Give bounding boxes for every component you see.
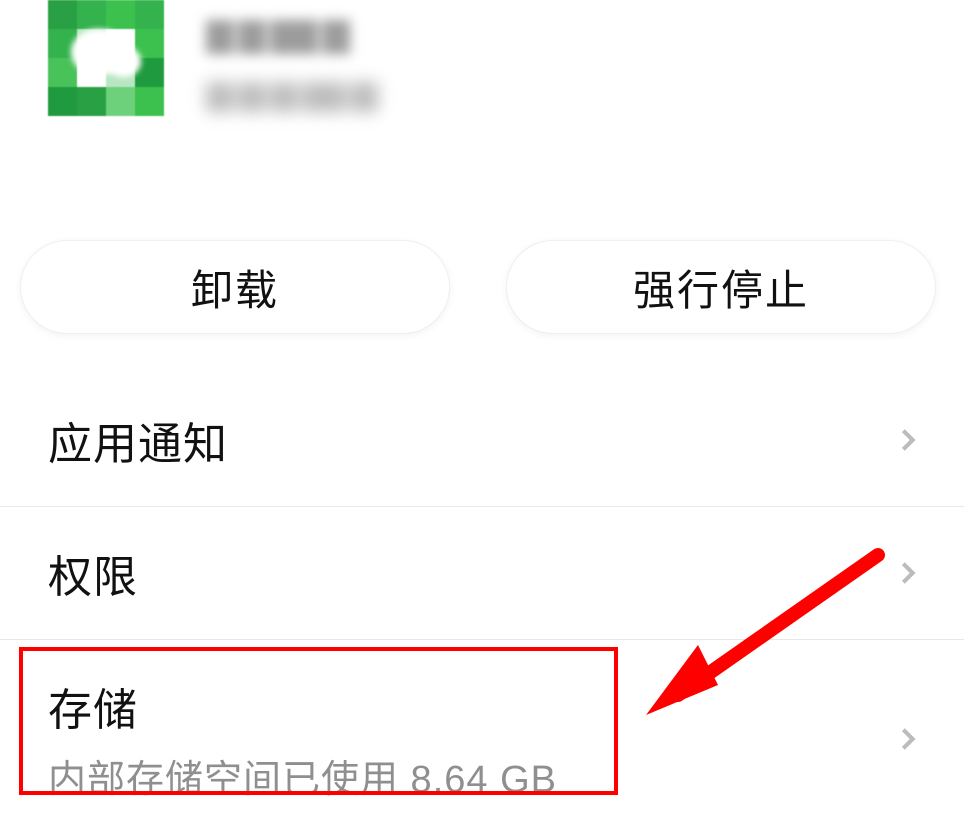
chevron-right-icon: [894, 725, 922, 753]
storage-subtitle: 内部存储空间已使用 8.64 GB: [48, 748, 924, 803]
uninstall-label: 卸载: [191, 257, 279, 318]
notifications-title: 应用通知: [48, 408, 924, 472]
uninstall-button[interactable]: 卸载: [20, 240, 450, 334]
storage-row[interactable]: 存储 内部存储空间已使用 8.64 GB: [0, 639, 964, 837]
chevron-right-icon: [894, 426, 922, 454]
force-stop-label: 强行停止: [633, 257, 809, 318]
permissions-title: 权限: [48, 541, 924, 605]
storage-title: 存储: [48, 674, 924, 738]
app-version-obscured: [206, 82, 378, 112]
chevron-right-icon: [894, 559, 922, 587]
app-icon: [48, 0, 164, 116]
notifications-row[interactable]: 应用通知: [0, 374, 964, 506]
force-stop-button[interactable]: 强行停止: [506, 240, 936, 334]
app-name-obscured: [206, 20, 378, 54]
app-meta: [206, 0, 378, 140]
app-header: [0, 0, 964, 170]
permissions-row[interactable]: 权限: [0, 506, 964, 639]
action-button-row: 卸载 强行停止: [0, 170, 964, 370]
settings-list: 应用通知 权限 存储 内部存储空间已使用 8.64 GB: [0, 374, 964, 837]
